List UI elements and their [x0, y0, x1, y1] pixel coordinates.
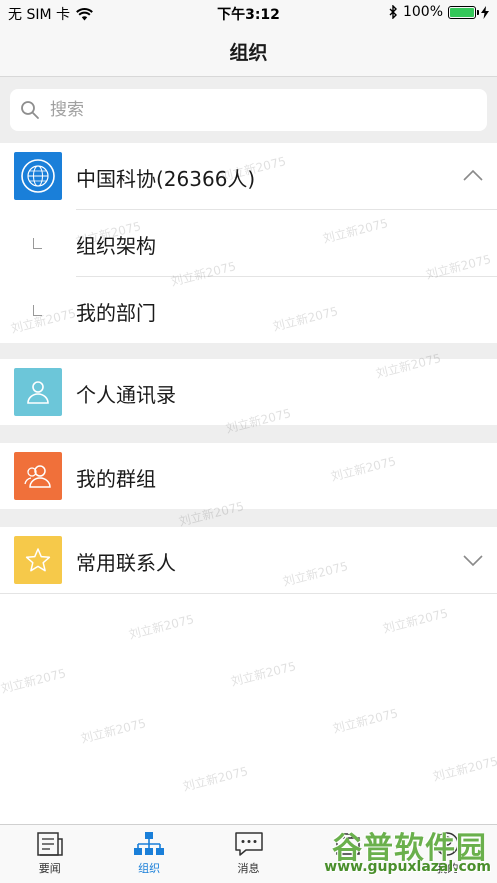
frequent-contacts-label: 常用联系人 — [76, 551, 176, 575]
my-groups-label: 我的群组 — [76, 467, 156, 491]
battery-fill — [450, 7, 474, 17]
search-input[interactable] — [48, 99, 452, 121]
site-watermark: 谷普软件园 www.gupuxlazal.com — [265, 823, 495, 881]
star-icon — [25, 548, 51, 572]
tree-branch-icon — [33, 238, 42, 249]
section-gap — [0, 425, 497, 443]
org-structure-item[interactable]: 组织架构 — [0, 210, 497, 276]
chevron-down-icon[interactable] — [463, 555, 483, 567]
org-name: 中国科协(26366人) — [76, 167, 256, 191]
section-gap — [0, 343, 497, 359]
personal-contacts-label: 个人通讯录 — [76, 383, 176, 407]
charging-icon — [481, 5, 489, 19]
tab-organization[interactable]: 组织 — [99, 825, 198, 883]
group-icon — [24, 465, 51, 488]
org-logo — [14, 152, 62, 200]
personal-contacts-avatar — [14, 368, 62, 416]
navigation-bar: 组织 — [0, 26, 497, 77]
personal-contacts-row[interactable]: 个人通讯录 — [0, 359, 497, 425]
watermark: 刘立新2075 — [331, 706, 400, 736]
battery-icon — [448, 5, 479, 19]
org-emblem-icon — [21, 159, 55, 193]
watermark: 刘立新2075 — [381, 606, 450, 636]
org-structure-label: 组织架构 — [76, 234, 156, 258]
tab-news-label: 要闻 — [38, 862, 61, 875]
chevron-up-icon[interactable] — [463, 169, 483, 181]
watermark: 刘立新2075 — [431, 754, 497, 784]
frequent-contacts-avatar — [14, 536, 62, 584]
section-gap — [0, 509, 497, 527]
battery-percent: 100% — [402, 4, 443, 20]
my-groups-row[interactable]: 我的群组 — [0, 443, 497, 509]
bluetooth-icon — [389, 5, 397, 19]
tab-organization-label: 组织 — [138, 862, 161, 875]
tree-branch-icon — [33, 305, 42, 316]
frequent-contacts-row[interactable]: 常用联系人 — [0, 527, 497, 593]
org-chart-icon — [134, 832, 165, 855]
tab-messages-label: 消息 — [237, 862, 260, 875]
news-icon — [36, 832, 63, 856]
my-groups-avatar — [14, 452, 62, 500]
search-icon — [21, 101, 39, 119]
status-bar: 无 SIM 卡 下午3:12 100% — [0, 0, 497, 26]
watermark: 刘立新2075 — [0, 666, 68, 696]
site-watermark-url: www.gupuxlazal.com — [324, 859, 491, 875]
search-section — [0, 77, 497, 143]
divider — [0, 593, 497, 594]
chat-icon — [234, 832, 263, 856]
watermark: 刘立新2075 — [127, 612, 196, 642]
org-row[interactable]: 中国科协(26366人) — [0, 143, 497, 209]
my-department-label: 我的部门 — [76, 301, 156, 325]
search-box[interactable] — [10, 89, 487, 131]
status-right: 100% — [389, 4, 489, 20]
watermark: 刘立新2075 — [181, 764, 250, 794]
watermark: 刘立新2075 — [79, 716, 148, 746]
watermark: 刘立新2075 — [229, 659, 298, 689]
page-title: 组织 — [229, 41, 268, 64]
person-icon — [27, 381, 49, 404]
my-department-item[interactable]: 我的部门 — [0, 277, 497, 343]
tab-news[interactable]: 要闻 — [0, 825, 99, 883]
